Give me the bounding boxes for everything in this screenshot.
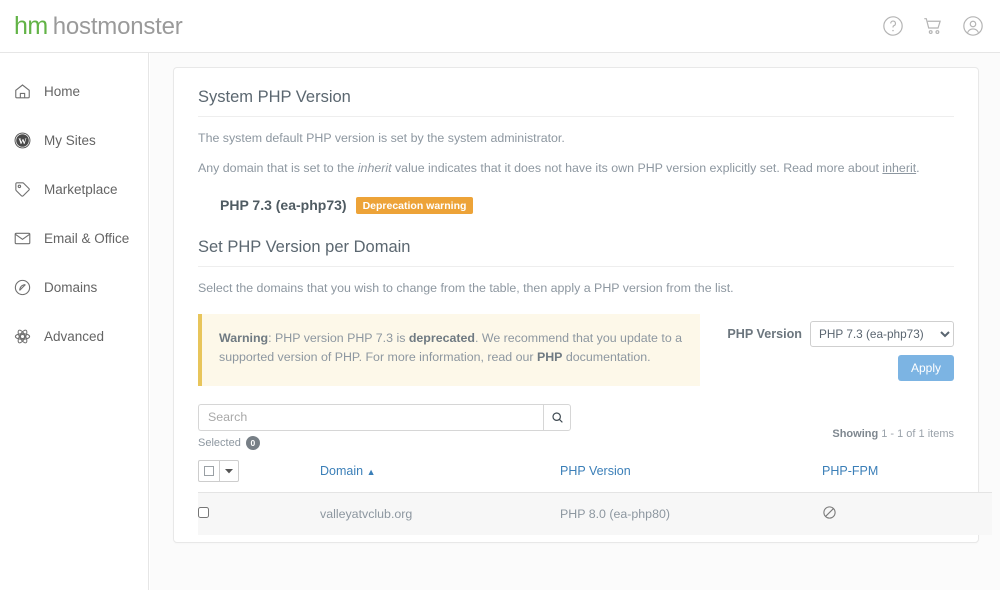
system-desc-2: Any domain that is set to the inherit va… <box>198 160 954 177</box>
select-all-checkbox[interactable] <box>198 459 220 482</box>
brand-mark: hm <box>14 11 48 40</box>
chevron-down-icon <box>225 468 233 473</box>
system-php-version-row: PHP 7.3 (ea-php73) Deprecation warning <box>220 196 954 215</box>
column-header-php-fpm-label: PHP-FPM <box>822 463 879 478</box>
warning-text-1: : PHP version PHP 7.3 is <box>268 330 409 345</box>
deprecation-warning-badge: Deprecation warning <box>355 196 474 215</box>
top-bar-actions <box>882 15 984 37</box>
apply-button[interactable]: Apply <box>897 354 954 381</box>
tag-icon <box>13 180 32 199</box>
system-desc-2-pre: Any domain that is set to the <box>198 161 358 176</box>
warning-and-controls-row: Warning: PHP version PHP 7.3 is deprecat… <box>198 313 954 386</box>
sidebar-item-label: Home <box>44 84 81 99</box>
showing-prefix: Showing <box>832 427 879 440</box>
table-body: valleyatvclub.org PHP 8.0 (ea-php80) <box>198 492 992 535</box>
advanced-gear-icon <box>13 327 32 346</box>
sidebar-item-home[interactable]: Home <box>0 67 148 116</box>
top-bar: hm hostmonster <box>0 0 1000 53</box>
warning-text-3: documentation. <box>562 349 651 364</box>
wordpress-icon: W <box>13 131 32 150</box>
system-desc-2-mid: value indicates that it does not have it… <box>391 161 883 176</box>
search-button[interactable] <box>543 403 571 431</box>
inherit-emphasis: inherit <box>357 161 392 176</box>
domain-section-title: Set PHP Version per Domain <box>198 238 954 268</box>
home-icon <box>13 82 32 101</box>
selected-label: Selected <box>198 436 241 449</box>
page-title: System PHP Version <box>198 88 954 117</box>
column-header-domain-label: Domain <box>320 463 364 478</box>
sort-ascending-icon: ▲ <box>366 466 376 477</box>
row-checkbox[interactable] <box>198 506 209 518</box>
domains-table: Domain ▲ PHP Version PHP-FPM valleyatvcl… <box>198 453 992 535</box>
row-domain: valleyatvclub.org <box>320 492 560 535</box>
sidebar-item-label: Domains <box>44 280 98 295</box>
sidebar-item-label: Advanced <box>44 329 105 344</box>
sidebar-item-marketplace[interactable]: Marketplace <box>0 165 148 214</box>
php-version-select[interactable]: PHP 7.3 (ea-php73) <box>810 320 954 347</box>
domain-circle-icon <box>13 278 32 297</box>
domain-section-desc: Select the domains that you wish to chan… <box>198 281 734 296</box>
deprecation-warning-box: Warning: PHP version PHP 7.3 is deprecat… <box>198 313 701 386</box>
user-account-icon[interactable] <box>962 15 984 37</box>
sidebar-item-my-sites[interactable]: W My Sites <box>0 116 148 165</box>
sidebar-item-label: Email & Office <box>44 231 130 246</box>
column-header-domain[interactable]: Domain ▲ <box>320 453 560 493</box>
select-all-dropdown-toggle[interactable] <box>220 459 239 482</box>
search-icon <box>551 411 563 423</box>
sidebar-item-label: My Sites <box>44 133 96 148</box>
php-version-controls: PHP Version PHP 7.3 (ea-php73) Apply <box>700 314 954 381</box>
sidebar: Home W My Sites Marketplace Email & Offi… <box>0 53 149 590</box>
checkbox-square-icon <box>204 465 214 476</box>
selected-count-badge: 0 <box>245 435 260 450</box>
brand-logo[interactable]: hm hostmonster <box>14 11 183 40</box>
svg-text:W: W <box>18 137 27 146</box>
table-header-row: Domain ▲ PHP Version PHP-FPM <box>198 453 992 493</box>
warning-bold-deprecated: deprecated <box>408 330 475 345</box>
column-header-php-version[interactable]: PHP Version <box>560 453 822 493</box>
help-circle-icon[interactable] <box>882 15 904 37</box>
brand-name: hostmonster <box>52 12 183 40</box>
php-version-select-row: PHP Version PHP 7.3 (ea-php73) <box>700 320 954 347</box>
sidebar-item-advanced[interactable]: Advanced <box>0 312 148 361</box>
warning-label: Warning <box>219 330 269 345</box>
inherit-link[interactable]: inherit <box>882 161 916 175</box>
search-row: Selected 0 Showing 1 - 1 of 1 items <box>198 403 954 450</box>
shopping-cart-icon[interactable] <box>922 15 944 37</box>
search-input[interactable] <box>198 403 543 431</box>
sidebar-item-email-office[interactable]: Email & Office <box>0 214 148 263</box>
table-row[interactable]: valleyatvclub.org PHP 8.0 (ea-php80) <box>198 492 992 535</box>
select-all-header <box>198 453 320 493</box>
sidebar-item-domains[interactable]: Domains <box>0 263 148 312</box>
showing-items-text: Showing 1 - 1 of 1 items <box>832 404 954 440</box>
php-version-card: System PHP Version The system default PH… <box>173 67 992 543</box>
selected-count-row: Selected 0 <box>198 435 571 450</box>
system-desc-2-post: . <box>916 161 920 176</box>
table-header: Domain ▲ PHP Version PHP-FPM <box>198 453 992 493</box>
showing-range: 1 - 1 of 1 items <box>878 427 954 440</box>
column-header-php-fpm[interactable]: PHP-FPM <box>822 453 992 493</box>
system-desc-1: The system default PHP version is set by… <box>198 131 565 145</box>
php-documentation-link[interactable]: PHP <box>537 350 562 364</box>
row-php-fpm <box>822 492 992 535</box>
sidebar-item-label: Marketplace <box>44 182 118 197</box>
php-version-label: PHP Version <box>727 326 802 341</box>
envelope-icon <box>13 229 32 248</box>
no-entry-icon <box>823 505 836 519</box>
search-group <box>198 403 571 431</box>
system-php-version-value: PHP 7.3 (ea-php73) <box>220 197 347 214</box>
main-content: System PHP Version The system default PH… <box>150 53 1000 590</box>
column-header-php-version-label: PHP Version <box>560 463 631 478</box>
row-php-version: PHP 8.0 (ea-php80) <box>560 492 822 535</box>
row-select-cell <box>198 492 320 535</box>
select-all-group <box>198 459 239 482</box>
